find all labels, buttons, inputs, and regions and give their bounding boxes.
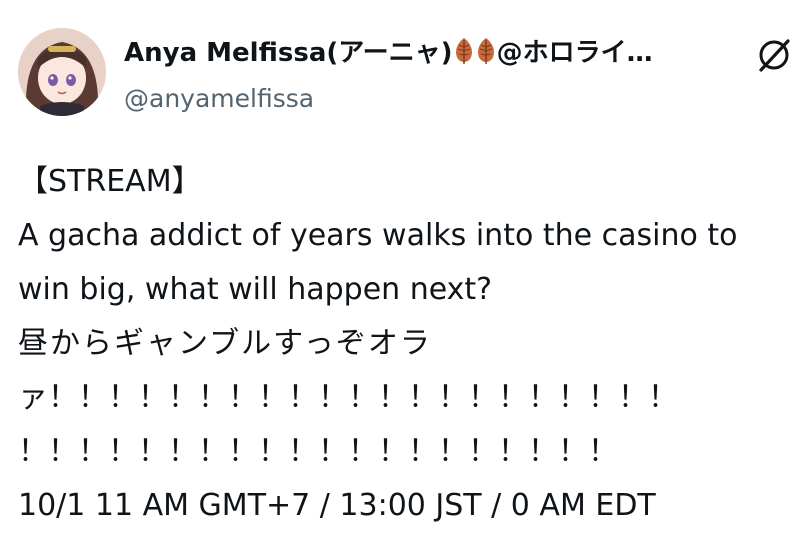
tweet-line: A gacha addict of years walks into the c…	[18, 218, 738, 253]
tweet-line: 10/1 11 AM GMT+7 / 13:00 JST / 0 AM EDT	[18, 488, 656, 523]
user-handle[interactable]: @anyamelfissa	[124, 82, 314, 116]
avatar[interactable]	[18, 28, 106, 116]
grok-slash-icon[interactable]	[755, 36, 793, 74]
leaf-icon	[475, 37, 497, 75]
tweet-line: 昼からギャンブルすっぞオラ	[18, 326, 432, 361]
display-name[interactable]: Anya Melfissa(アーニャ) @ホロライ…	[124, 35, 742, 75]
tweet-text: 【STREAM】 A gacha addict of years walks i…	[18, 155, 810, 533]
tweet-line: win big, what will happen next?	[18, 272, 493, 307]
tweet-line: ァ！！！！！！！！！！！！！！！！！！！！！	[18, 380, 678, 415]
display-name-text: Anya Melfissa(アーニャ)	[124, 38, 453, 68]
tweet-line: ！！！！！！！！！！！！！！！！！！！！	[18, 434, 618, 469]
tweet-line: 【STREAM】	[18, 164, 202, 199]
leaf-icon	[453, 37, 475, 75]
avatar-image	[18, 28, 106, 116]
display-name-suffix: @ホロライ…	[496, 38, 653, 68]
